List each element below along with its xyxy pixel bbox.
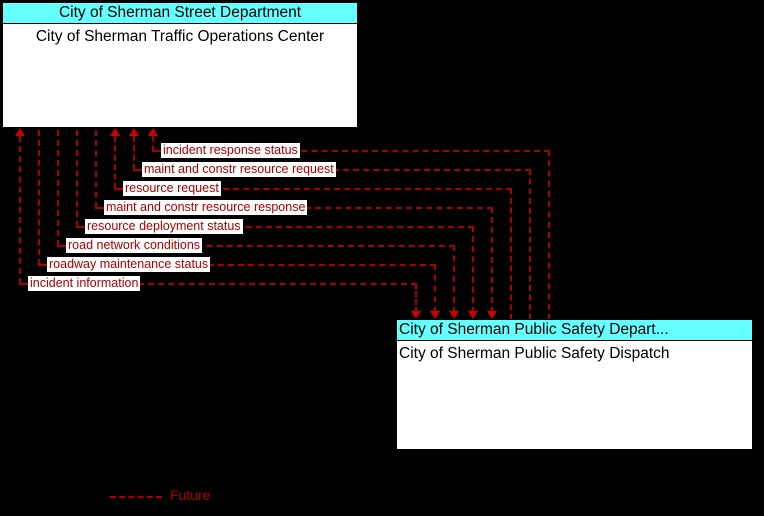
flow-arrow-up-icon-8 <box>148 128 158 136</box>
flow-label-roadway-maintenance-status[interactable]: roadway maintenance status <box>47 257 211 272</box>
element-stakeholder-title-tmc: City of Sherman Street Department <box>3 3 357 24</box>
flow-label-maint-and-constr-resource-response[interactable]: maint and constr resource response <box>104 200 308 215</box>
flow-arrow-down-icon-8 <box>411 311 421 319</box>
flow-arrow-up-icon-1 <box>15 128 25 136</box>
flow-arrow-down-icon-5 <box>468 311 478 319</box>
flow-riser-left-1 <box>19 136 21 284</box>
flow-label-road-network-conditions[interactable]: road network conditions <box>66 238 203 253</box>
flow-label-incident-information[interactable]: incident information <box>28 276 141 291</box>
flow-riser-right-5 <box>472 226 474 313</box>
legend-future-dash-icon <box>110 496 162 498</box>
flow-riser-right-4 <box>491 207 493 313</box>
flow-riser-right-1 <box>548 150 550 320</box>
flow-riser-left-5 <box>95 130 97 208</box>
flow-riser-right-7 <box>434 264 436 313</box>
flow-label-resource-request[interactable]: resource request <box>123 181 221 196</box>
element-box-traffic-operations-center[interactable]: City of Sherman Street Department City o… <box>2 2 358 128</box>
flow-arrow-down-icon-7 <box>430 311 440 319</box>
legend: Future <box>0 486 764 516</box>
flow-riser-left-7 <box>133 136 135 170</box>
flow-riser-right-8 <box>415 283 417 313</box>
flow-label-resource-deployment-status[interactable]: resource deployment status <box>85 219 243 234</box>
flow-arrow-down-icon-4 <box>487 311 497 319</box>
diagram-canvas: City of Sherman Street Department City o… <box>0 0 764 516</box>
legend-future-label: Future <box>170 487 211 503</box>
element-name-psd: City of Sherman Public Safety Dispatch <box>399 345 670 362</box>
element-name-tmc: City of Sherman Traffic Operations Cente… <box>35 28 325 45</box>
flow-riser-left-6 <box>114 136 116 189</box>
flow-riser-right-3 <box>510 188 512 320</box>
flow-riser-left-3 <box>57 130 59 246</box>
flow-arrow-down-icon-6 <box>449 311 459 319</box>
flow-riser-right-2 <box>529 169 531 320</box>
element-stakeholder-title-psd: City of Sherman Public Safety Depart... <box>397 320 752 341</box>
flow-arrow-up-icon-6 <box>110 128 120 136</box>
flow-label-incident-response-status[interactable]: incident response status <box>161 143 300 158</box>
flow-arrow-up-icon-7 <box>129 128 139 136</box>
element-box-public-safety-dispatch[interactable]: City of Sherman Public Safety Depart... … <box>396 319 753 450</box>
flow-riser-left-2 <box>38 130 40 265</box>
flow-riser-left-4 <box>76 130 78 227</box>
flow-riser-left-8 <box>152 136 154 151</box>
flow-label-maint-and-constr-resource-request[interactable]: maint and constr resource request <box>142 162 336 177</box>
flow-riser-right-6 <box>453 245 455 313</box>
